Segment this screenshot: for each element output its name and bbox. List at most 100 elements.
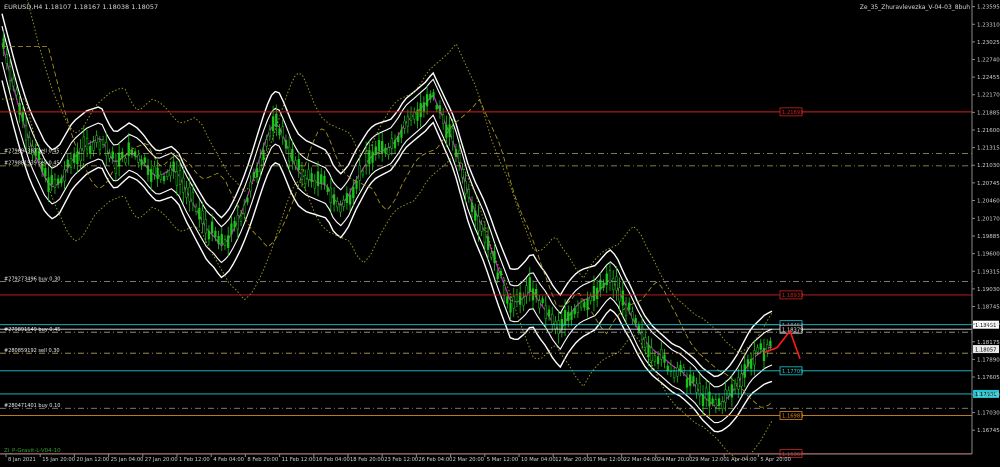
candle-body	[753, 350, 756, 366]
candle-body	[663, 354, 666, 363]
candle-body	[18, 103, 21, 115]
x-tick-label: 26 Feb 04:00	[418, 457, 452, 463]
candle-body	[21, 111, 25, 122]
candle-body	[737, 377, 740, 390]
candle-body	[515, 294, 519, 303]
y-tick-label: 1.17890	[977, 357, 1000, 363]
candle-body	[387, 147, 390, 155]
candle-body	[8, 66, 12, 81]
candle-body	[53, 179, 57, 188]
candle-body	[101, 139, 105, 145]
candle-body	[63, 169, 66, 182]
candle-body	[432, 92, 435, 98]
y-tick-label: 1.20170	[977, 216, 1000, 222]
candle-body	[422, 102, 426, 112]
candle-body	[499, 270, 503, 276]
dash-sell-3-label: #280859192 sell 0.30	[4, 348, 60, 354]
candle-body	[271, 116, 275, 132]
candle-body	[746, 359, 750, 367]
candle-body	[297, 158, 300, 171]
candle-body	[172, 161, 175, 172]
candle-body	[368, 149, 371, 165]
x-tick-label: 8 Jan 2021	[8, 457, 36, 463]
candle-body	[332, 194, 336, 205]
dash-buy-1-label: #279273496 buy 0.30	[4, 276, 60, 282]
candle-body	[512, 296, 515, 309]
candle-body	[605, 273, 608, 286]
candle-body	[756, 347, 759, 353]
level-cyan-2-label: 1.17705	[782, 369, 803, 375]
candle-body	[573, 307, 576, 315]
candle-body	[400, 129, 403, 138]
x-tick-label: 1 Apr 04:00	[726, 457, 757, 463]
candle-body	[300, 169, 304, 180]
candle-body	[644, 337, 647, 348]
candle-body	[586, 299, 589, 310]
dash-buy-3-label: #280471401 buy 0.10	[4, 403, 60, 409]
candle-body	[486, 236, 490, 250]
candle-body	[467, 189, 470, 198]
candle-body	[227, 235, 230, 248]
candle-body	[188, 187, 191, 202]
candle-body	[733, 382, 737, 390]
candle-body	[127, 142, 130, 157]
candle-body	[323, 176, 326, 185]
candle-body	[262, 149, 265, 161]
price-chart[interactable]: 1.218931.189331.184521.177051.173311.169…	[0, 0, 1000, 463]
candle-body	[230, 223, 233, 235]
candle-body	[207, 230, 211, 240]
candle-body	[595, 287, 599, 300]
candle-body	[345, 193, 349, 203]
candle-body	[672, 371, 676, 379]
candle-body	[252, 172, 256, 178]
candle-body	[121, 151, 124, 159]
candle-body	[194, 206, 198, 213]
y-tick-label: 1.18460	[977, 322, 1000, 328]
candle-body	[133, 151, 137, 157]
candle-body	[185, 187, 188, 198]
candle-body	[307, 169, 310, 180]
y-tick-label: 1.19885	[977, 234, 1000, 240]
candle-body	[624, 304, 628, 317]
ea-label: Ze_35_Zhuravlevezka_V-04-03_8buh	[860, 4, 970, 11]
candle-body	[570, 311, 573, 320]
current-price-label: 1.18057	[975, 347, 996, 353]
candle-body	[711, 398, 714, 404]
candle-body	[458, 150, 461, 163]
candle-body	[214, 230, 217, 238]
candle-body	[496, 272, 499, 279]
candle-body	[73, 153, 76, 163]
candle-body	[612, 278, 615, 290]
chart-window[interactable]: 1.218931.189331.184521.177051.173311.169…	[0, 0, 1000, 463]
candle-body	[589, 295, 592, 302]
candle-body	[541, 298, 544, 304]
candle-body	[117, 152, 121, 167]
candle-body	[461, 169, 464, 178]
candle-body	[551, 313, 554, 325]
candle-body	[762, 348, 766, 362]
candle-body	[727, 390, 730, 397]
y-tick-label: 1.17320	[977, 393, 1000, 399]
candle-body	[374, 146, 377, 156]
candle-body	[480, 224, 483, 232]
candle-body	[759, 343, 762, 350]
x-tick-label: 5 Mar 12:00	[487, 457, 518, 463]
candle-body	[656, 356, 660, 365]
candle-body	[268, 129, 272, 137]
candle-body	[579, 301, 583, 308]
candle-body	[621, 290, 624, 306]
candle-body	[650, 347, 653, 362]
candle-body	[413, 112, 416, 120]
candle-body	[233, 220, 236, 228]
candle-body	[140, 159, 143, 166]
candle-body	[477, 216, 480, 232]
candle-body	[474, 210, 477, 221]
candle-body	[563, 310, 567, 326]
x-tick-label: 5 Apr 20:00	[760, 457, 791, 463]
candle-body	[429, 93, 432, 100]
candle-body	[56, 178, 60, 185]
level-red-1-label: 1.21893	[782, 110, 803, 116]
candle-body	[592, 285, 596, 301]
candle-body	[92, 141, 95, 151]
candle-body	[342, 199, 345, 207]
